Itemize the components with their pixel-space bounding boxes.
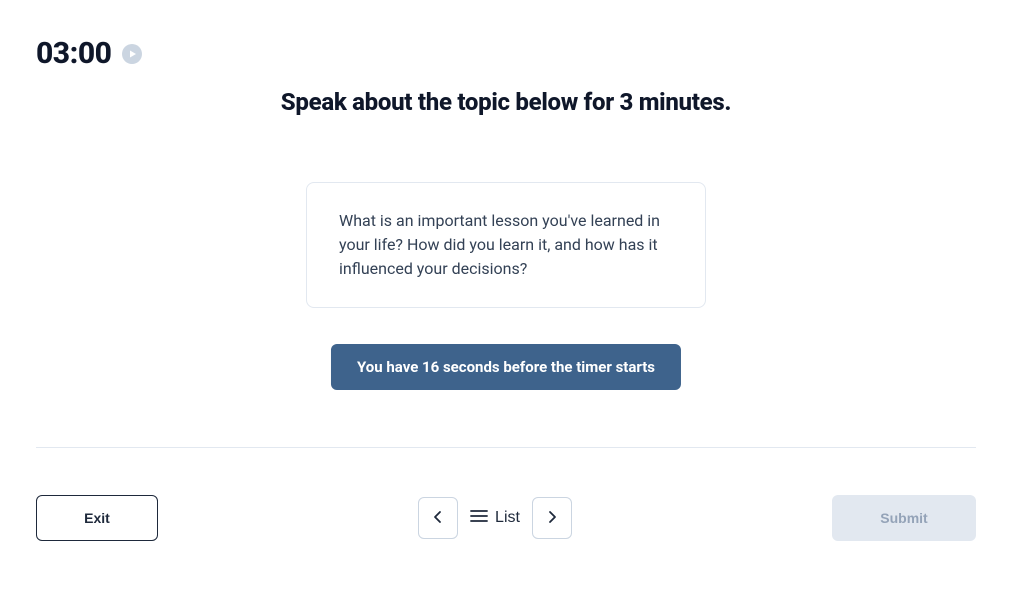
list-button[interactable]: List bbox=[470, 509, 520, 528]
instruction-heading: Speak about the topic below for 3 minute… bbox=[0, 88, 1012, 116]
list-label: List bbox=[495, 509, 520, 527]
footer-divider bbox=[36, 447, 976, 448]
chevron-right-icon bbox=[544, 509, 560, 528]
exercise-page: 03:00 Speak about the topic below for 3 … bbox=[0, 0, 1012, 592]
topic-prompt: What is an important lesson you've learn… bbox=[339, 209, 673, 281]
timer-display: 03:00 bbox=[36, 36, 111, 71]
submit-button[interactable]: Submit bbox=[832, 495, 976, 541]
nav-group: List bbox=[418, 497, 572, 539]
footer-bar: Exit List bbox=[36, 495, 976, 541]
timer-row: 03:00 bbox=[36, 36, 143, 71]
next-button[interactable] bbox=[532, 497, 572, 539]
list-icon bbox=[470, 509, 488, 528]
prev-button[interactable] bbox=[418, 497, 458, 539]
exit-button[interactable]: Exit bbox=[36, 495, 158, 541]
topic-card: What is an important lesson you've learn… bbox=[306, 182, 706, 308]
chevron-left-icon bbox=[430, 509, 446, 528]
play-icon[interactable] bbox=[121, 43, 143, 65]
countdown-banner: You have 16 seconds before the timer sta… bbox=[331, 344, 681, 390]
